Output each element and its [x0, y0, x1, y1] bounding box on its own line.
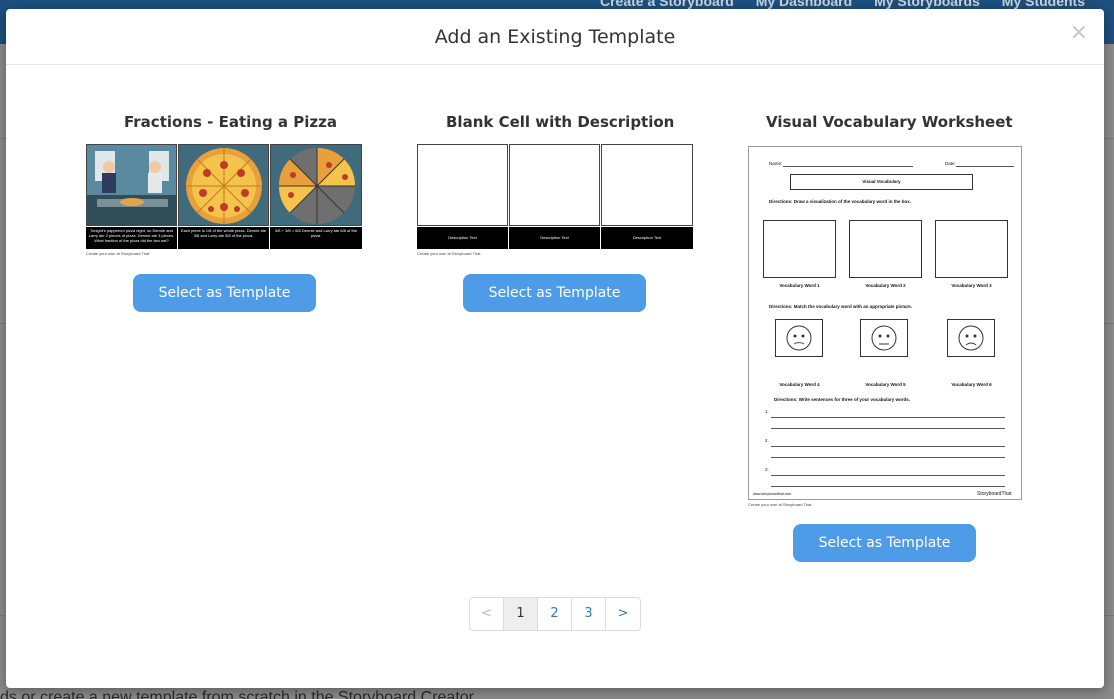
- close-button[interactable]: ×: [1070, 22, 1088, 44]
- worksheet-directions: Directions: Write sentences for three of…: [774, 397, 910, 402]
- worksheet-word: Vocabulary Word 1: [779, 283, 820, 288]
- storyboard-cell: [86, 144, 177, 226]
- template-title: Blank Cell with Description: [446, 113, 675, 131]
- bg-nav-create: Create a Storyboard: [600, 0, 734, 9]
- eaten-pizza-image: [278, 147, 356, 224]
- select-template-button-fractions[interactable]: Select as Template: [133, 274, 316, 312]
- worksheet-word: Vocabulary Word 5: [865, 382, 906, 387]
- worksheet-heading: Visual Vocabulary: [862, 179, 901, 184]
- bg-nav-dashboard: My Dashboard: [755, 0, 853, 9]
- cell-caption: Each piece is 1/8 of the whole pizza. De…: [178, 227, 269, 249]
- worksheet-number: 1.: [765, 409, 769, 414]
- worksheet-word: Vocabulary Word 3: [951, 283, 992, 288]
- worksheet-draw-box: [849, 220, 922, 278]
- template-card-vocabulary: Visual Vocabulary Worksheet: [766, 113, 1013, 131]
- worksheet-face-picture: [775, 319, 823, 357]
- storyboard-credit: Create your own at Storyboard That: [417, 251, 481, 256]
- worksheet-line: [783, 166, 913, 167]
- worksheet-line: [956, 166, 1014, 167]
- template-thumbnail-vocabulary[interactable]: Name: Date: Visual Vocabulary Directions…: [748, 146, 1022, 500]
- storyboard-credit: Create your own at Storyboard That: [748, 502, 812, 507]
- modal-title: Add an Existing Template: [434, 26, 676, 48]
- template-card-fractions: Fractions - Eating a Pizza: [124, 113, 337, 131]
- worksheet-footer-brand: StoryboardThat: [977, 491, 1012, 497]
- worksheet-footer-url: www.storyboardthat.com: [753, 492, 792, 496]
- template-modal: Add an Existing Template × Fractions - E…: [6, 9, 1104, 688]
- cell-caption: Description Text: [417, 227, 508, 249]
- worksheet-word: Vocabulary Word 2: [865, 283, 906, 288]
- worksheet-line: [771, 417, 1005, 418]
- pagination-page-2[interactable]: 2: [538, 598, 572, 630]
- storyboard-cell: [601, 144, 693, 226]
- worksheet-number: 2.: [765, 438, 769, 443]
- pagination-page-1[interactable]: 1: [504, 598, 538, 630]
- select-template-button-vocabulary[interactable]: Select as Template: [793, 524, 976, 562]
- worksheet-word: Vocabulary Word 4: [779, 382, 820, 387]
- pagination-next-button[interactable]: >: [606, 598, 640, 630]
- select-template-button-blank-cell[interactable]: Select as Template: [463, 274, 646, 312]
- template-thumbnail-blank-cell[interactable]: Description Text Description Text Descri…: [417, 144, 695, 259]
- worksheet-line: [771, 475, 1005, 476]
- cell-caption: Tonight's papperoni pizza night, so Denn…: [86, 227, 177, 249]
- pagination-page-3[interactable]: 3: [572, 598, 606, 630]
- storyboard-cell: [509, 144, 600, 226]
- worksheet-draw-box: [763, 220, 836, 278]
- storyboard-cell: [270, 144, 362, 226]
- pizza-image: [186, 148, 262, 224]
- bg-nav-storyboards: My Storyboards: [874, 0, 980, 9]
- worksheet-number: 3.: [765, 467, 769, 472]
- template-title: Fractions - Eating a Pizza: [124, 113, 337, 131]
- modal-header: Add an Existing Template ×: [6, 9, 1104, 65]
- worksheet-line: [771, 428, 1005, 429]
- cell-caption: Description Text: [601, 227, 693, 249]
- cell-caption: Description Text: [509, 227, 600, 249]
- pagination-prev-button[interactable]: <: [470, 598, 504, 630]
- worksheet-line: [771, 446, 1005, 447]
- storyboard-credit: Create your own at Storyboard That: [86, 251, 150, 256]
- template-thumbnail-fractions[interactable]: Tonight's papperoni pizza night, so Denn…: [86, 144, 364, 259]
- storyboard-cell: [417, 144, 508, 226]
- worksheet-face-picture: [947, 319, 995, 357]
- pagination: < 1 2 3 >: [469, 597, 641, 631]
- worksheet-name-label: Name:: [769, 161, 783, 166]
- worksheet-draw-box: [935, 220, 1008, 278]
- bg-nav-students: My Students: [1001, 0, 1086, 9]
- worksheet-directions: Directions: Draw a visualization of the …: [769, 199, 912, 204]
- worksheet-line: [771, 486, 1005, 487]
- storyboard-cell: [178, 144, 269, 226]
- template-card-blank-cell: Blank Cell with Description: [446, 113, 675, 131]
- worksheet-directions: Directions: Match the vocabulary word wi…: [769, 304, 913, 309]
- template-title: Visual Vocabulary Worksheet: [766, 113, 1013, 131]
- worksheet-date-label: Date:: [945, 161, 956, 166]
- worksheet-face-picture: [860, 319, 908, 357]
- worksheet-word: Vocabulary Word 6: [951, 382, 992, 387]
- worksheet-line: [771, 457, 1005, 458]
- dinner-scene-image: [87, 145, 176, 225]
- cell-caption: 3/8 + 3/8 = 6/8 Dennie and Larry ate 6/8…: [270, 227, 362, 249]
